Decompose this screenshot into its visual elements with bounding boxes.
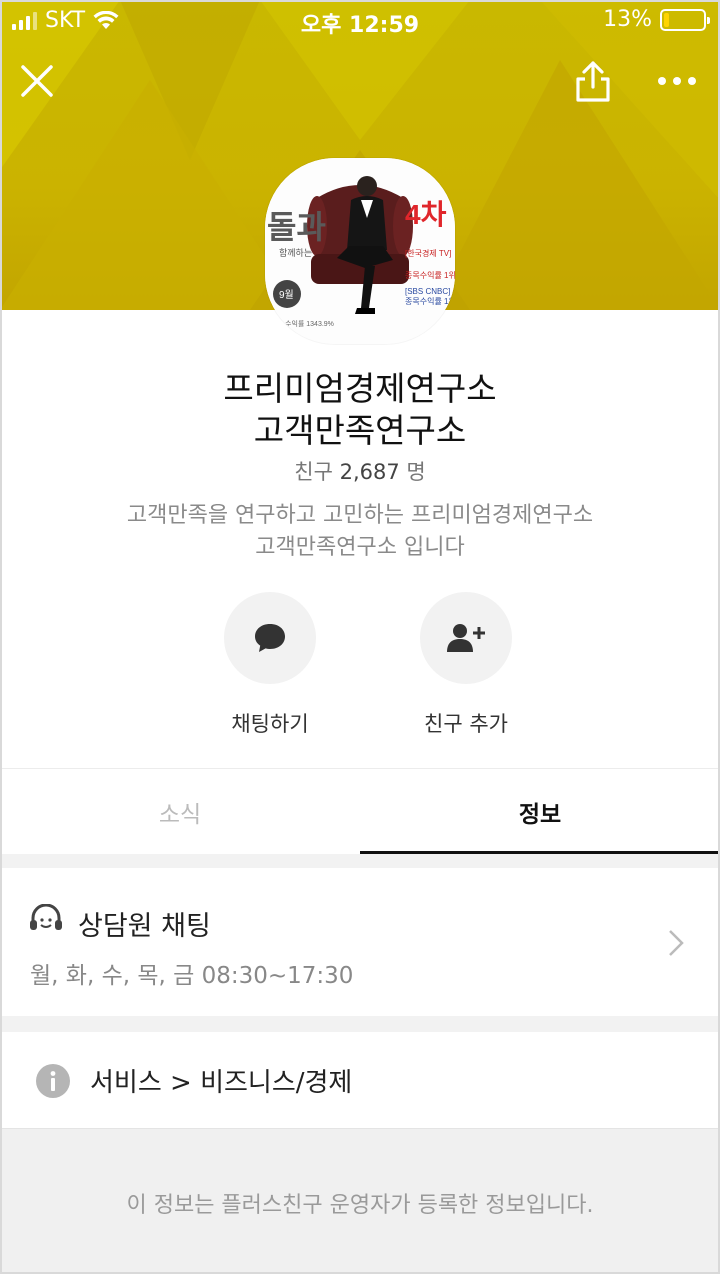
description-line2: 고객만족연구소 입니다: [255, 535, 465, 560]
friends-unit: 명: [406, 460, 426, 484]
category-row: 서비스 > 비즈니스/경제: [0, 1032, 720, 1128]
avatar-image: 돌과 함께하는 4차 [한국경제 TV] 종목수익률 1위 [SBS CNBC]…: [265, 158, 455, 344]
chat-bubble-icon: [255, 624, 285, 652]
avatar-text-cnbc-sub: 종목수익률 1위: [405, 296, 455, 306]
avatar-text-month: 9월: [279, 289, 294, 301]
friends-count-row: 친구 2,687 명: [0, 456, 720, 486]
add-friend-button[interactable]: 친구 추가: [386, 592, 546, 738]
battery-percent: 13%: [603, 7, 652, 32]
profile-name-line1: 프리미엄경제연구소: [223, 369, 497, 408]
footer-note: 이 정보는 플러스친구 운영자가 등록한 정보입니다.: [126, 1193, 594, 1218]
chat-button-label: 채팅하기: [231, 712, 309, 736]
status-bar: SKT 오후 12:59 13%: [0, 0, 720, 40]
more-options-button[interactable]: [652, 56, 702, 106]
tab-news[interactable]: 소식: [0, 769, 360, 855]
counselor-chat-row[interactable]: 상담원 채팅 월, 화, 수, 목, 금 08:30~17:30: [0, 868, 720, 1016]
headset-icon: [30, 904, 62, 930]
avatar-text-tv-sub: 종목수익률 1위: [405, 270, 455, 280]
friends-count: 2,687: [339, 460, 400, 484]
profile-tabs: 소식 정보: [0, 768, 720, 855]
info-icon: [36, 1064, 70, 1098]
friends-label: 친구: [294, 460, 333, 484]
avatar-text-tv: [한국경제 TV]: [405, 248, 451, 258]
add-friend-icon: [447, 624, 485, 652]
profile-name-line2: 고객만족연구소: [253, 411, 467, 450]
description-line1: 고객만족을 연구하고 고민하는 프리미엄경제연구소: [126, 503, 594, 528]
close-button[interactable]: [12, 56, 62, 106]
more-horizontal-icon: [658, 77, 696, 85]
add-friend-button-circle[interactable]: [420, 592, 512, 684]
counselor-chat-title: 상담원 채팅: [78, 911, 211, 942]
section-divider: [0, 854, 720, 868]
share-icon: [576, 61, 610, 102]
profile-avatar[interactable]: 돌과 함께하는 4차 [한국경제 TV] 종목수익률 1위 [SBS CNBC]…: [265, 158, 455, 344]
chat-button[interactable]: 채팅하기: [190, 592, 350, 738]
avatar-text-with: 함께하는: [279, 248, 312, 258]
avatar-text-left: 돌과: [267, 209, 326, 245]
section-divider-2: [0, 1016, 720, 1032]
status-right: 13%: [603, 7, 710, 32]
chevron-right-icon: [669, 930, 684, 956]
info-footer: 이 정보는 플러스친구 운영자가 등록한 정보입니다.: [0, 1128, 720, 1274]
add-friend-button-label: 친구 추가: [424, 712, 508, 736]
tab-info[interactable]: 정보: [360, 769, 720, 855]
avatar-text-cnbc: [SBS CNBC]: [405, 287, 450, 296]
battery-icon: [660, 8, 710, 31]
profile-name: 프리미엄경제연구소 고객만족연구소: [0, 368, 720, 452]
close-icon: [21, 65, 53, 97]
counselor-chat-hours: 월, 화, 수, 목, 금 08:30~17:30: [30, 963, 354, 989]
avatar-text-right: 4차: [405, 199, 447, 230]
avatar-text-bottom: 수익률 1343.9%: [285, 320, 334, 328]
chat-button-circle[interactable]: [224, 592, 316, 684]
share-button[interactable]: [568, 56, 618, 106]
category-text: 서비스 > 비즈니스/경제: [90, 1068, 353, 1098]
profile-description: 고객만족을 연구하고 고민하는 프리미엄경제연구소 고객만족연구소 입니다: [0, 500, 720, 564]
